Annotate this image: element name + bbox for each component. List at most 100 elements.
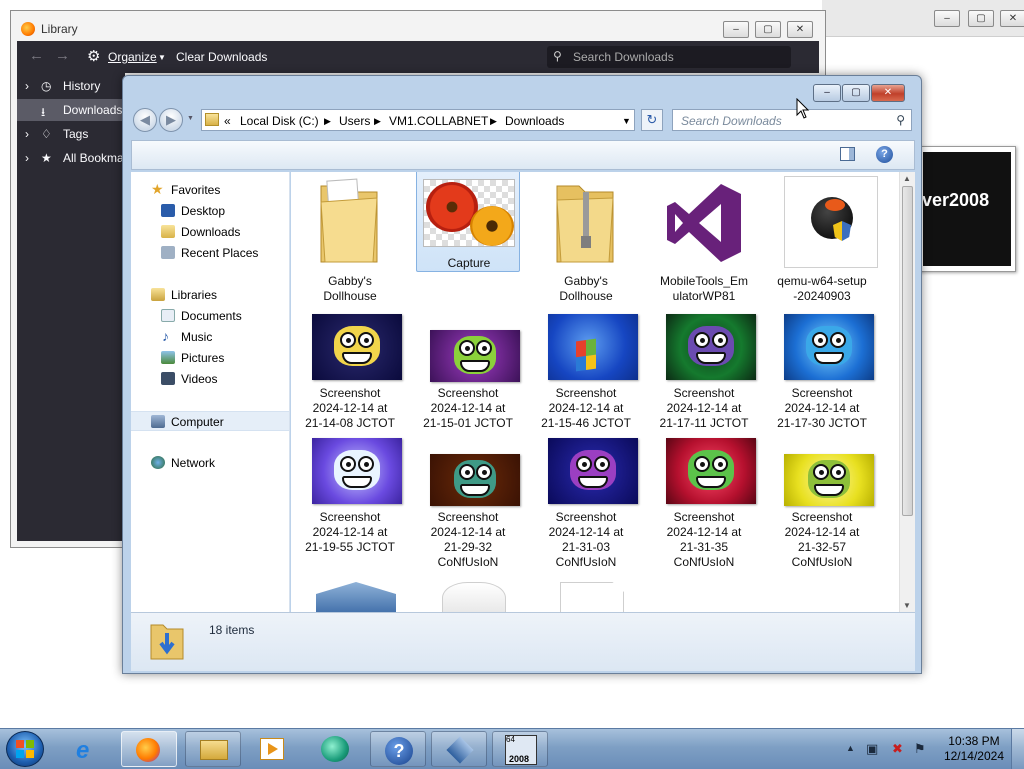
taskbar-server-2008[interactable]: 64 2008 (492, 731, 548, 767)
mouth-image (814, 352, 844, 364)
file-item-gabbys-dollhouse-folder[interactable]: Gabby's Dollhouse (298, 176, 402, 303)
explorer-maximize-button[interactable]: ▢ (842, 84, 870, 102)
taskbar-help[interactable]: ? (370, 731, 426, 767)
scroll-up-icon[interactable]: ▲ (903, 174, 911, 183)
file-item-screenshot[interactable]: Screenshot 2024-12-14 at 21-15-46 JCTOT (534, 314, 638, 430)
show-hidden-icons-button[interactable]: ▲ (846, 743, 855, 753)
file-item-installer[interactable] (416, 572, 520, 612)
file-label: Screenshot 2024-12-14 at 21-15-46 JCTOT (541, 386, 631, 430)
breadcrumb-separator-icon[interactable]: ▶ (374, 116, 381, 127)
file-item-gabbys-dollhouse-zip[interactable]: Gabby's Dollhouse (534, 176, 638, 303)
organize-menu[interactable]: Organize (108, 50, 157, 64)
nav-documents[interactable]: Documents (131, 306, 289, 326)
library-close-button[interactable]: ✕ (787, 21, 813, 38)
taskbar-media-center[interactable] (307, 731, 363, 767)
windows-logo-lower-image (576, 354, 596, 372)
help-icon[interactable]: ? (876, 146, 893, 163)
nav-favorites-label: Favorites (171, 183, 221, 197)
nav-libraries[interactable]: Libraries (131, 285, 289, 305)
explorer-minimize-button[interactable]: – (813, 84, 841, 102)
vertical-scrollbar[interactable]: ▲ ▼ (899, 172, 915, 612)
file-item-qemu-setup[interactable]: qemu-w64-setup -20240903 (770, 176, 878, 303)
nav-network[interactable]: Network (131, 453, 289, 473)
back-button[interactable]: ◀ (133, 108, 157, 132)
eye-image (694, 332, 710, 348)
eye-image (476, 340, 492, 356)
nav-music[interactable]: ♪ Music (131, 327, 289, 347)
address-dropdown-icon[interactable]: ▼ (622, 116, 631, 126)
file-item-screenshot[interactable]: Screenshot 2024-12-14 at 21-29-32 CoNfUs… (416, 438, 520, 569)
close-button[interactable]: ✕ (1000, 10, 1024, 27)
file-item-screenshot[interactable]: Screenshot 2024-12-14 at 21-15-01 JCTOT (416, 314, 520, 430)
screenshot-thumbnail (312, 314, 402, 380)
file-item-screenshot[interactable]: Screenshot 2024-12-14 at 21-19-55 JCTOT (298, 438, 402, 564)
scrollbar-thumb[interactable] (902, 186, 913, 516)
taskbar-explorer[interactable] (185, 731, 241, 767)
nav-network-label: Network (171, 456, 216, 470)
file-item-screenshot[interactable]: Screenshot 2024-12-14 at 21-32-57 CoNfUs… (770, 438, 874, 569)
volume-muted-icon[interactable]: ✖ (892, 741, 903, 757)
file-item-document[interactable] (534, 572, 638, 612)
breadcrumb-separator-icon[interactable]: ▶ (490, 116, 497, 127)
maximize-button[interactable]: ▢ (968, 10, 994, 27)
file-item-screenshot[interactable]: Screenshot 2024-12-14 at 21-17-11 JCTOT (652, 314, 756, 430)
file-item-screenshot[interactable]: Screenshot 2024-12-14 at 21-31-03 CoNfUs… (534, 438, 638, 569)
preview-pane-icon[interactable] (840, 147, 855, 161)
tree-item-downloads[interactable]: ⭳ Downloads (17, 99, 125, 121)
start-button[interactable] (6, 731, 44, 767)
file-item-screenshot[interactable]: Screenshot 2024-12-14 at 21-31-35 CoNfUs… (652, 438, 756, 569)
refresh-button[interactable]: ↻ (641, 109, 663, 131)
nav-favorites[interactable]: ★ Favorites (131, 180, 289, 200)
nav-desktop[interactable]: Desktop (131, 201, 289, 221)
eye-image (712, 456, 728, 472)
address-bar[interactable]: « Local Disk (C:) ▶ Users ▶ VM1.COLLABNE… (201, 109, 635, 131)
nav-pictures[interactable]: Pictures (131, 348, 289, 368)
screenshot-thumbnail (548, 314, 638, 380)
breadcrumb-separator-icon[interactable]: ▶ (324, 116, 331, 127)
screenshot-thumbnail (312, 438, 402, 504)
taskbar-virtualbox[interactable] (431, 731, 487, 767)
clear-downloads-button[interactable]: Clear Downloads (176, 50, 267, 64)
background-window-titlebar: – ▢ ✕ (822, 0, 1024, 36)
server-2008-thumbnail[interactable]: rver2008 (918, 146, 1016, 272)
file-item-screenshot[interactable]: Screenshot 2024-12-14 at 21-17-30 JCTOT (770, 314, 874, 430)
clock-date: 12/14/2024 (943, 749, 1004, 763)
action-center-icon[interactable]: ▣ (866, 741, 878, 757)
taskbar-media-player[interactable] (244, 731, 300, 767)
breadcrumb-prefix[interactable]: « (224, 114, 231, 128)
library-maximize-button[interactable]: ▢ (755, 21, 781, 38)
nav-recent-places[interactable]: Recent Places (131, 243, 289, 263)
library-search-input[interactable]: ⚲ Search Downloads (547, 46, 791, 68)
forward-arrow-icon[interactable]: → (55, 47, 70, 64)
tree-item-tags[interactable]: › ♢ Tags (17, 123, 125, 145)
show-desktop-button[interactable] (1011, 729, 1024, 769)
taskbar-firefox[interactable] (121, 731, 177, 767)
forward-button[interactable]: ▶ (159, 108, 183, 132)
file-item-mobiletools[interactable]: MobileTools_Em ulatorWP81 (652, 176, 756, 303)
flag-icon[interactable]: ⚑ (914, 741, 926, 757)
file-item-capture[interactable]: Capture (416, 172, 520, 272)
nav-videos[interactable]: Videos (131, 369, 289, 389)
breadcrumb-local-disk[interactable]: Local Disk (C:) (240, 114, 319, 128)
library-minimize-button[interactable]: – (723, 21, 749, 38)
videos-icon (161, 372, 175, 385)
file-item-virtualbox[interactable] (298, 572, 402, 612)
explorer-close-button[interactable]: ✕ (871, 84, 905, 102)
tree-item-history[interactable]: › ◷ History (17, 75, 125, 97)
minimize-button[interactable]: – (934, 10, 960, 27)
recent-pages-dropdown[interactable]: ▼ (187, 115, 194, 122)
system-clock[interactable]: 10:38 PM 12/14/2024 (944, 734, 1004, 764)
breadcrumb-users[interactable]: Users (339, 114, 370, 128)
windows-flag-blue-image (16, 750, 24, 758)
library-titlebar: Library – ▢ ✕ (11, 11, 825, 41)
nav-downloads[interactable]: Downloads (131, 222, 289, 242)
explorer-search-input[interactable]: Search Downloads ⚲ (672, 109, 912, 131)
nav-computer[interactable]: Computer (131, 411, 289, 431)
breadcrumb-downloads[interactable]: Downloads (505, 114, 564, 128)
tree-item-all-bookmarks[interactable]: › ★ All Bookma (17, 147, 125, 169)
back-arrow-icon[interactable]: ← (29, 47, 44, 64)
taskbar-internet-explorer[interactable]: e (62, 731, 118, 767)
scroll-down-icon[interactable]: ▼ (903, 601, 911, 610)
breadcrumb-user-folder[interactable]: VM1.COLLABNET (389, 114, 488, 128)
file-item-screenshot[interactable]: Screenshot 2024-12-14 at 21-14-08 JCTOT (298, 314, 402, 430)
